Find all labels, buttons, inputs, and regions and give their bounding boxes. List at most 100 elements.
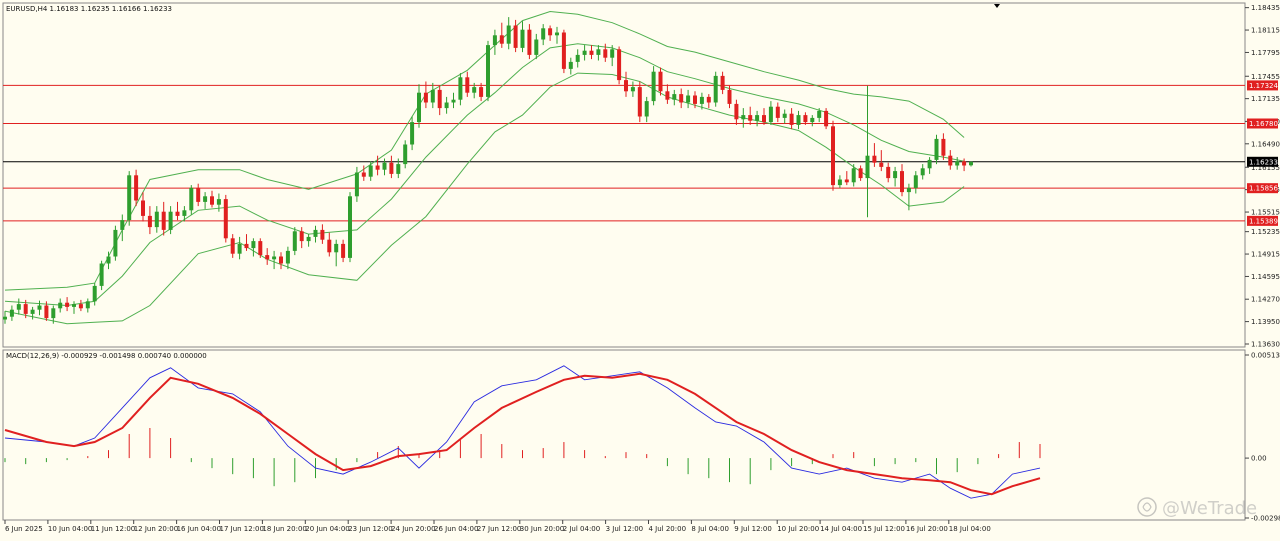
candle-body xyxy=(610,49,615,58)
candle-body xyxy=(189,187,194,211)
chart-window: EURUSD,H4 1.16183 1.16235 1.16166 1.1623… xyxy=(0,0,1280,537)
time-tick-label: 11 Jun 12:00 xyxy=(91,525,135,533)
candle-body xyxy=(451,99,456,103)
candle-body xyxy=(51,308,56,319)
candle-body xyxy=(789,113,794,125)
candle[interactable] xyxy=(348,192,352,263)
candle-body xyxy=(147,215,152,228)
candle-body xyxy=(265,255,270,260)
candle-body xyxy=(368,165,373,177)
candle-body xyxy=(361,172,366,177)
candle-body xyxy=(292,231,297,251)
candle-body xyxy=(499,35,504,44)
candle[interactable] xyxy=(258,238,263,258)
candle-body xyxy=(706,96,711,103)
time-tick-label: 14 Jul 04:00 xyxy=(820,525,862,533)
candle-body xyxy=(203,196,208,202)
candle[interactable] xyxy=(486,40,490,102)
macd-panel[interactable]: MACD(12,26,9) -0.000929 -0.001498 0.0007… xyxy=(2,349,1246,521)
candle-body xyxy=(182,210,187,216)
candle-body xyxy=(513,25,518,48)
candle[interactable] xyxy=(831,120,835,191)
time-tick-label: 9 Jul 12:00 xyxy=(734,525,772,533)
candle-body xyxy=(223,199,228,239)
candle-body xyxy=(382,162,387,170)
candle-body xyxy=(120,220,125,230)
candle[interactable] xyxy=(127,171,132,226)
candle-body xyxy=(637,87,642,117)
chart-canvas: EURUSD,H4 1.16183 1.16235 1.16166 1.1623… xyxy=(2,2,1280,533)
candle-body xyxy=(465,77,470,93)
candle-body xyxy=(244,243,249,249)
candle-body xyxy=(527,29,532,55)
candle[interactable] xyxy=(713,71,718,107)
time-tick-label: 26 Jun 04:00 xyxy=(434,525,478,533)
candle-body xyxy=(644,101,649,117)
candle-body xyxy=(354,172,359,197)
time-axis: 6 Jun 2025 10 Jun 04:0011 Jun 12:0012 Jun… xyxy=(4,520,991,533)
candle-body xyxy=(872,155,877,163)
candle[interactable] xyxy=(651,66,656,106)
candle[interactable] xyxy=(99,260,104,291)
price-axis: 1.184351.181151.177951.174551.171351.168… xyxy=(1245,4,1280,349)
candle[interactable] xyxy=(561,29,566,74)
price-panel[interactable]: EURUSD,H4 1.16183 1.16235 1.16166 1.1623… xyxy=(2,2,1246,348)
candle-body xyxy=(327,239,332,253)
price-level-label: 1.16780 xyxy=(1249,120,1278,128)
candle[interactable] xyxy=(934,134,939,165)
candle-body xyxy=(548,28,553,36)
price-level-label: 1.16233 xyxy=(1249,158,1278,166)
price-level-label: 1.15389 xyxy=(1249,217,1278,225)
candle-body xyxy=(37,305,42,310)
candle-body xyxy=(768,106,773,123)
candle-body xyxy=(210,196,214,205)
price-tick-label: 1.14915 xyxy=(1251,251,1280,259)
candle-body xyxy=(175,211,180,216)
candle-body xyxy=(589,50,594,55)
candle-body xyxy=(313,229,318,237)
candle-body xyxy=(927,159,932,169)
candle[interactable] xyxy=(824,108,829,130)
candle-body xyxy=(651,71,656,102)
candle-body xyxy=(865,155,870,179)
candle[interactable] xyxy=(617,46,622,85)
candle-body xyxy=(782,113,787,118)
candle[interactable] xyxy=(637,81,642,123)
candle-body xyxy=(348,196,352,258)
candle-body xyxy=(658,71,663,92)
candle-body xyxy=(23,304,28,314)
time-tick-label: 16 Jun 04:00 xyxy=(177,525,221,533)
candle-body xyxy=(796,115,801,125)
candle-body xyxy=(285,250,290,264)
candle[interactable] xyxy=(292,227,297,256)
candle-body xyxy=(58,302,63,309)
candle-body xyxy=(803,115,808,123)
candle[interactable] xyxy=(223,194,228,243)
candle-body xyxy=(458,77,463,100)
candle-body xyxy=(106,256,111,264)
candle[interactable] xyxy=(113,225,118,261)
candle[interactable] xyxy=(403,140,408,169)
candle[interactable] xyxy=(189,185,194,215)
candle-body xyxy=(134,175,139,201)
candle-body xyxy=(72,304,76,307)
candle-body xyxy=(492,35,497,46)
candle-body xyxy=(30,309,35,314)
price-tick-label: 1.15235 xyxy=(1251,228,1280,236)
candle-body xyxy=(941,138,946,156)
candle-body xyxy=(561,32,566,69)
price-tick-label: 1.16490 xyxy=(1251,140,1280,148)
candle-body xyxy=(679,94,684,103)
candle-body xyxy=(617,49,622,81)
candle-body xyxy=(92,285,97,302)
time-tick-label: 3 Jul 12:00 xyxy=(606,525,644,533)
candle-body xyxy=(948,155,953,166)
candle-body xyxy=(16,304,21,310)
candle-body xyxy=(154,211,159,228)
macd-tick-label: 0.00 xyxy=(1251,455,1267,463)
candle-body xyxy=(216,199,221,205)
time-tick-label: 10 Jun 04:00 xyxy=(48,525,92,533)
candle-body xyxy=(403,144,408,165)
candle-body xyxy=(396,164,401,174)
candle-body xyxy=(900,171,904,193)
